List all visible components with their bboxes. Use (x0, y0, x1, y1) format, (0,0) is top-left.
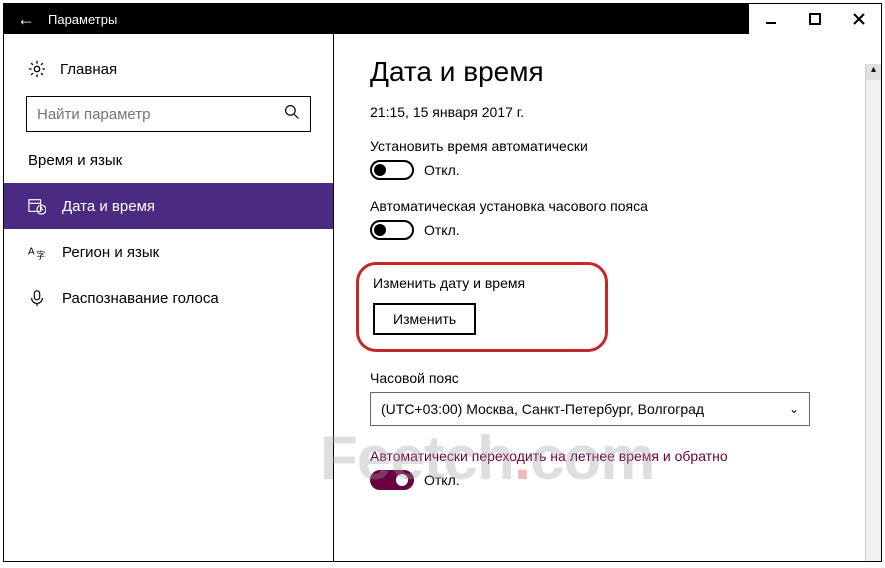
highlight-annotation: Изменить дату и время Изменить (356, 262, 608, 352)
sidebar: Главная Время и язык Дата и время A字 (4, 34, 334, 561)
sidebar-item-label: Дата и время (62, 198, 155, 215)
gear-icon (28, 60, 46, 78)
dst-state: Откл. (424, 472, 460, 488)
change-button[interactable]: Изменить (373, 303, 476, 335)
back-button[interactable]: ← (4, 9, 48, 30)
titlebar: ← Параметры (4, 4, 881, 34)
sidebar-item-label: Распознавание голоса (62, 290, 219, 307)
microphone-icon (28, 289, 46, 307)
auto-tz-label: Автоматическая установка часового пояса (370, 198, 845, 214)
sidebar-item-label: Регион и язык (62, 244, 159, 261)
window-controls (749, 4, 881, 34)
window-body: Главная Время и язык Дата и время A字 (4, 34, 881, 561)
language-icon: A字 (28, 243, 46, 261)
close-button[interactable] (837, 4, 881, 34)
auto-time-label: Установить время автоматически (370, 138, 845, 154)
page-title: Дата и время (370, 56, 845, 88)
search-icon (274, 104, 310, 125)
maximize-button[interactable] (793, 4, 837, 34)
current-datetime: 21:15, 15 января 2017 г. (370, 104, 845, 120)
dst-label: Автоматически переходить на летнее время… (370, 448, 845, 464)
calendar-clock-icon (28, 197, 46, 215)
settings-window: ← Параметры Главная Время и язык (3, 3, 882, 562)
timezone-label: Часовой пояс (370, 370, 845, 386)
change-datetime-label: Изменить дату и время (373, 275, 525, 291)
timezone-value: (UTC+03:00) Москва, Санкт-Петербург, Вол… (381, 401, 704, 417)
category-heading: Время и язык (4, 152, 333, 183)
auto-time-state: Откл. (424, 162, 460, 178)
dst-toggle[interactable] (370, 470, 414, 490)
auto-tz-toggle[interactable] (370, 220, 414, 240)
scroll-up-icon[interactable]: ▴ (866, 64, 881, 80)
sidebar-item-speech[interactable]: Распознавание голоса (4, 275, 333, 321)
timezone-select[interactable]: (UTC+03:00) Москва, Санкт-Петербург, Вол… (370, 392, 810, 426)
svg-text:字: 字 (36, 249, 45, 260)
home-link[interactable]: Главная (4, 54, 333, 96)
home-label: Главная (60, 61, 117, 78)
auto-time-toggle[interactable] (370, 160, 414, 180)
search-input[interactable] (27, 100, 274, 129)
auto-tz-state: Откл. (424, 222, 460, 238)
search-box[interactable] (26, 96, 311, 132)
scrollbar[interactable]: ▴ (865, 64, 881, 561)
sidebar-item-region-language[interactable]: A字 Регион и язык (4, 229, 333, 275)
window-title: Параметры (48, 12, 117, 27)
chevron-down-icon: ⌄ (789, 402, 799, 416)
content-pane: Дата и время 21:15, 15 января 2017 г. Ус… (334, 34, 881, 561)
sidebar-item-date-time[interactable]: Дата и время (4, 183, 333, 229)
svg-text:A: A (28, 247, 35, 258)
minimize-button[interactable] (749, 4, 793, 34)
